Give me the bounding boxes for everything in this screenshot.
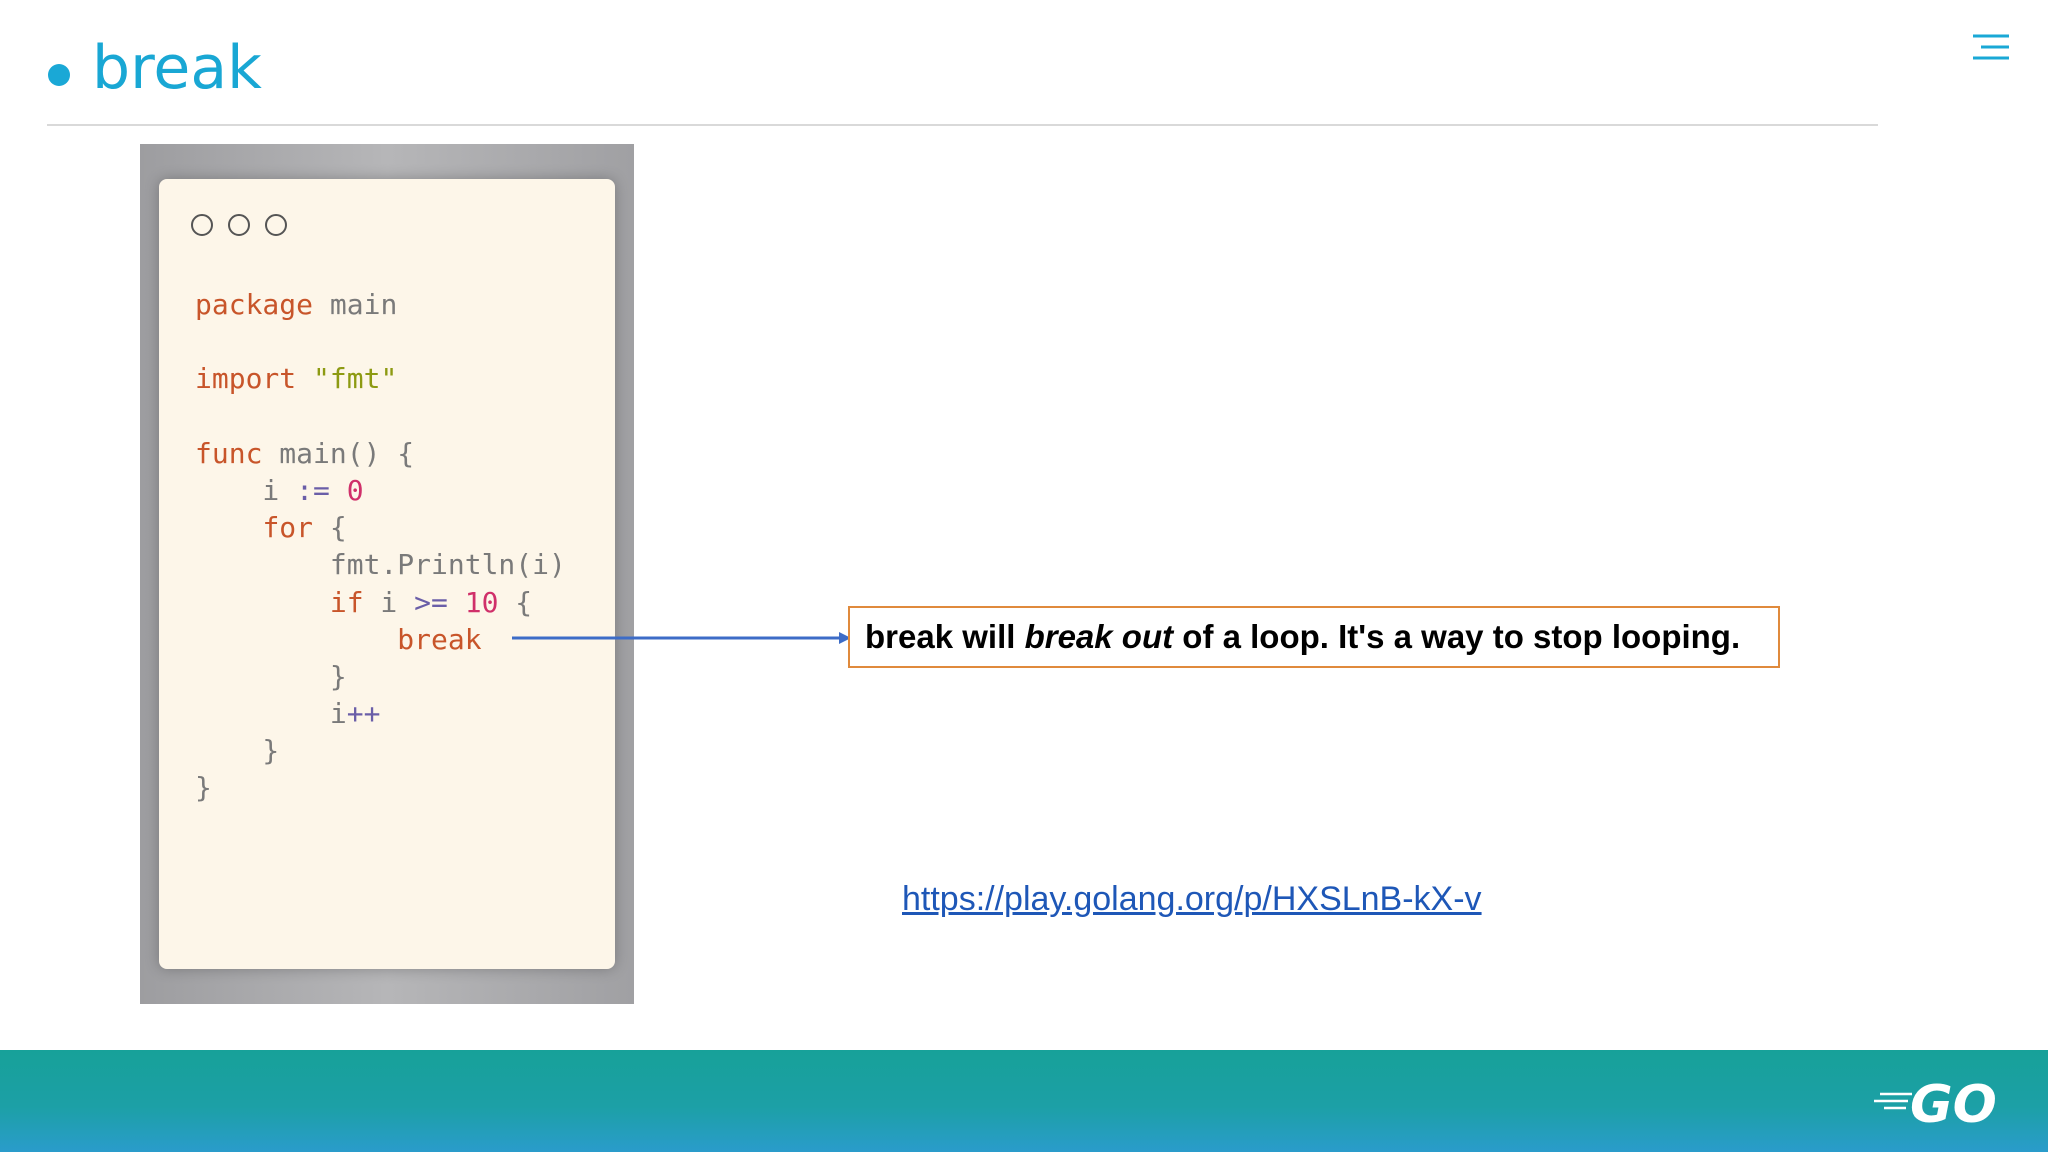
callout-text-emphasis: break out bbox=[1024, 618, 1174, 655]
code-token: } bbox=[195, 734, 280, 768]
code-token: "fmt" bbox=[313, 362, 398, 396]
code-token: main bbox=[313, 288, 398, 321]
slide-title: break bbox=[92, 33, 262, 103]
code-token: import bbox=[195, 362, 297, 396]
code-token: break bbox=[397, 622, 482, 656]
code-token: >= bbox=[414, 585, 448, 619]
code-token: i bbox=[195, 473, 297, 507]
window-controls bbox=[191, 214, 287, 236]
code-token: func bbox=[195, 436, 263, 470]
code-line: import "fmt" bbox=[195, 360, 566, 397]
code-token: } bbox=[195, 659, 347, 693]
code-line: func main() { bbox=[195, 435, 566, 472]
code-token: { bbox=[498, 585, 533, 619]
code-token: fmt.Println(i) bbox=[195, 548, 566, 582]
go-logo-text: GO bbox=[1910, 1075, 1997, 1130]
code-line: for { bbox=[195, 509, 566, 546]
callout-box: break will break out of a loop. It's a w… bbox=[848, 606, 1780, 668]
code-line: } bbox=[195, 769, 566, 806]
slide-title-row: break bbox=[48, 28, 262, 108]
code-line: i++ bbox=[195, 695, 566, 732]
code-token: := bbox=[296, 473, 330, 507]
code-block: package main import "fmt" func main() { i … bbox=[195, 286, 566, 807]
code-line: if i >= 10 { bbox=[195, 584, 566, 621]
window-dot-icon bbox=[265, 214, 287, 236]
code-token: i bbox=[195, 697, 347, 731]
code-token: main() { bbox=[262, 436, 415, 470]
callout-text-end: of a loop. It's a way to stop looping. bbox=[1173, 618, 1741, 655]
bullet-icon bbox=[48, 64, 70, 86]
code-token: if bbox=[329, 585, 364, 619]
code-line: } bbox=[195, 732, 566, 769]
code-token: package bbox=[195, 288, 314, 321]
window-dot-icon bbox=[228, 214, 250, 236]
window-dot-icon bbox=[191, 214, 213, 236]
code-token: 0 bbox=[346, 473, 364, 507]
code-line: } bbox=[195, 658, 566, 695]
code-token: for bbox=[262, 511, 314, 545]
playground-link[interactable]: https://play.golang.org/p/HXSLnB-kX-v bbox=[902, 880, 1482, 919]
arrow-icon bbox=[512, 632, 851, 644]
footer-band bbox=[0, 1050, 2048, 1152]
callout-text-start: break will bbox=[865, 618, 1025, 655]
code-token: } bbox=[195, 771, 212, 805]
code-token: { bbox=[313, 511, 347, 545]
title-divider bbox=[47, 124, 1878, 126]
go-logo-icon: GO bbox=[1874, 1075, 1997, 1130]
code-window: package main import "fmt" func main() { i … bbox=[159, 179, 615, 969]
code-line: i := 0 bbox=[195, 472, 566, 509]
code-token: i bbox=[363, 585, 415, 619]
hamburger-menu-icon[interactable] bbox=[1971, 33, 2011, 63]
code-token: ++ bbox=[346, 697, 381, 731]
code-token: 10 bbox=[464, 585, 499, 619]
code-line: package main bbox=[195, 286, 566, 323]
code-line: fmt.Println(i) bbox=[195, 546, 566, 583]
